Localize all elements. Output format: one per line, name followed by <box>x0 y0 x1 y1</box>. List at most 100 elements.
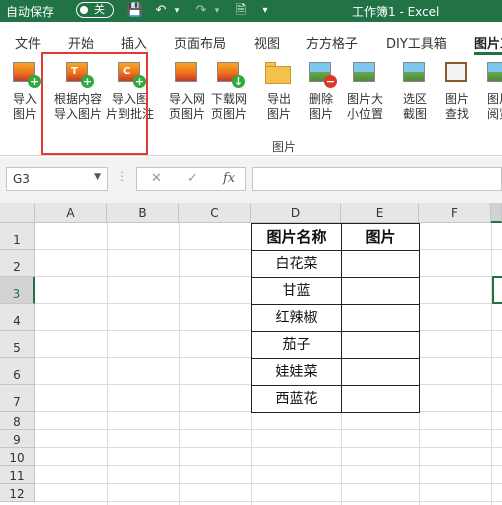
table-cell-name[interactable]: 西蓝花 <box>251 385 342 413</box>
row-header-4[interactable]: 4 <box>0 304 35 331</box>
tab-home[interactable]: 开始 <box>68 33 94 52</box>
table-cell-name[interactable]: 红辣椒 <box>251 304 342 332</box>
row-header-12[interactable]: 12 <box>0 484 35 502</box>
table-header-name[interactable]: 图片名称 <box>251 223 342 251</box>
button-label: 图片 <box>308 107 333 121</box>
row-header-3[interactable]: 3 <box>0 277 35 304</box>
picture-size-position-button[interactable]: 图片大 小位置 <box>342 60 388 122</box>
table-cell-picture[interactable] <box>341 331 420 359</box>
button-label: 页图片 <box>168 107 205 121</box>
import-picture-button[interactable]: + 导入 图片 <box>10 60 41 122</box>
picture-view-icon <box>485 60 502 88</box>
selection-screenshot-button[interactable]: 选区 截图 <box>398 60 432 122</box>
row-header-2[interactable]: 2 <box>0 250 35 277</box>
tab-view[interactable]: 视图 <box>254 33 280 52</box>
insert-picture-icon: + <box>11 60 41 88</box>
confirm-icon[interactable]: ✓ <box>187 171 198 186</box>
button-label: 页图片 <box>210 107 247 121</box>
gridline <box>35 483 502 484</box>
delete-picture-button[interactable]: − 删除 图片 <box>304 60 338 122</box>
export-picture-button[interactable]: 导出 图片 <box>262 60 296 122</box>
column-header-e[interactable]: E <box>341 203 419 223</box>
autosave-toggle[interactable]: 关 <box>76 2 114 18</box>
row-header-9[interactable]: 9 <box>0 430 35 448</box>
row-header-10[interactable]: 10 <box>0 448 35 466</box>
formula-buttons: ✕ ✓ fx <box>136 167 246 191</box>
insert-function-icon[interactable]: fx <box>223 171 235 186</box>
chevron-down-icon[interactable]: ▼ <box>94 172 101 182</box>
title-bar: 自动保存 关 💾 ↶ ▾ ↷ ▾ 🗎 ▾ 工作簿1 - Excel <box>0 0 502 22</box>
cancel-icon[interactable]: ✕ <box>151 171 162 186</box>
table-cell-picture[interactable] <box>341 304 420 332</box>
button-label: 导入网 <box>168 92 205 106</box>
row-header-6[interactable]: 6 <box>0 358 35 385</box>
button-label: 导出 <box>266 92 291 106</box>
tab-diy-toolbox[interactable]: DIY工具箱 <box>386 33 447 52</box>
button-label: 截图 <box>402 107 427 121</box>
import-web-picture-button[interactable]: 导入网 页图片 <box>166 60 208 122</box>
customize-toolbar-icon[interactable]: ▾ <box>256 2 274 20</box>
tab-file[interactable]: 文件 <box>15 33 41 52</box>
column-header-g[interactable] <box>491 203 502 223</box>
save-icon[interactable]: 💾 <box>126 2 144 20</box>
name-box[interactable]: G3 ▼ <box>6 167 108 191</box>
button-label: 图片 <box>486 92 502 106</box>
table-cell-name[interactable]: 白花菜 <box>251 250 342 278</box>
autosave-state: 关 <box>94 3 105 16</box>
table-cell-picture[interactable] <box>341 250 420 278</box>
delete-picture-icon: − <box>307 60 337 88</box>
column-header-f[interactable]: F <box>419 203 491 223</box>
active-tab-indicator <box>474 52 502 55</box>
button-label: 图片 <box>12 107 37 121</box>
table-cell-name[interactable]: 茄子 <box>251 331 342 359</box>
ribbon-tabs: 文件 开始 插入 页面布局 视图 方方格子 DIY工具箱 图片工 <box>0 22 502 56</box>
table-cell-picture[interactable] <box>341 277 420 305</box>
gridline <box>35 501 502 502</box>
table-header-picture[interactable]: 图片 <box>341 223 420 251</box>
row-header-1[interactable]: 1 <box>0 223 35 250</box>
ribbon-group-label: 图片 <box>272 140 297 154</box>
formula-bar-area: G3 ▼ ⋮ ✕ ✓ fx <box>0 157 502 203</box>
column-header-b[interactable]: B <box>107 203 179 223</box>
highlight-box <box>41 52 148 155</box>
select-all-corner[interactable] <box>0 203 35 223</box>
spreadsheet-grid[interactable]: A B C D E F 1 2 3 4 5 6 7 8 9 10 11 12 图… <box>0 203 502 505</box>
tab-fangfang[interactable]: 方方格子 <box>306 33 358 52</box>
gridline <box>179 223 180 505</box>
column-header-c[interactable]: C <box>179 203 251 223</box>
picture-find-button[interactable]: 图片 查找 <box>440 60 474 122</box>
row-header-5[interactable]: 5 <box>0 331 35 358</box>
row-header-11[interactable]: 11 <box>0 466 35 484</box>
document-title: 工作簿1 - Excel <box>352 5 440 19</box>
picture-view-button[interactable]: 图片 阅览 <box>482 60 502 122</box>
button-label: 导入 <box>12 92 37 106</box>
table-cell-name[interactable]: 娃娃菜 <box>251 358 342 386</box>
row-header-7[interactable]: 7 <box>0 385 35 412</box>
print-preview-icon[interactable]: 🗎 <box>232 2 250 20</box>
drag-handle-icon[interactable]: ⋮ <box>116 169 129 183</box>
tab-picture-tools[interactable]: 图片工 <box>474 33 502 52</box>
export-picture-icon <box>265 60 293 88</box>
active-cell[interactable] <box>492 276 502 304</box>
table-cell-name[interactable]: 甘蓝 <box>251 277 342 305</box>
button-label: 图片 <box>266 107 291 121</box>
download-web-picture-button[interactable]: ↓ 下载网 页图片 <box>208 60 250 122</box>
undo-dropdown-icon[interactable]: ▾ <box>168 2 186 20</box>
button-label: 图片 <box>444 92 469 106</box>
autosave-label: 自动保存 <box>6 5 55 19</box>
button-label: 图片大 <box>346 92 383 106</box>
table-cell-picture[interactable] <box>341 358 420 386</box>
row-header-8[interactable]: 8 <box>0 412 35 430</box>
gridline <box>35 429 502 430</box>
toggle-knob <box>80 6 88 14</box>
column-header-d[interactable]: D <box>251 203 341 223</box>
button-label: 下载网 <box>210 92 247 106</box>
tab-insert[interactable]: 插入 <box>121 33 147 52</box>
tab-page-layout[interactable]: 页面布局 <box>174 33 226 52</box>
button-label: 小位置 <box>346 107 383 121</box>
formula-input[interactable] <box>252 167 502 191</box>
table-cell-picture[interactable] <box>341 385 420 413</box>
redo-dropdown-icon[interactable]: ▾ <box>208 2 226 20</box>
column-header-a[interactable]: A <box>35 203 107 223</box>
picture-find-icon <box>443 60 471 88</box>
